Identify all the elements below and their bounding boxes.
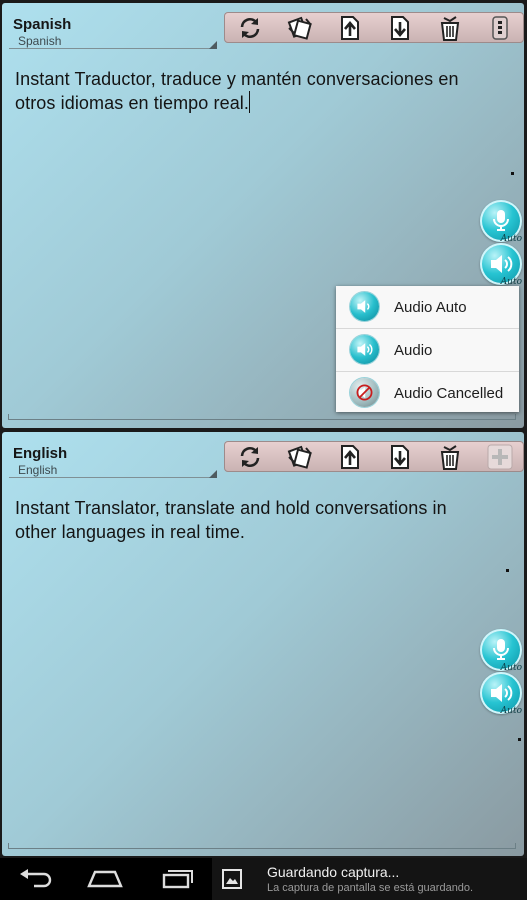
menu-icon xyxy=(492,15,508,40)
target-language-name: English xyxy=(13,445,68,462)
download-icon xyxy=(391,444,409,469)
scroll-dot xyxy=(518,738,521,741)
speaker-auto-icon xyxy=(350,292,379,321)
home-button[interactable] xyxy=(82,866,128,892)
source-text-value: Instant Traductor, traduce y mantén conv… xyxy=(15,69,459,113)
dropdown-corner-icon xyxy=(209,470,217,478)
back-icon xyxy=(20,869,52,888)
trash-icon xyxy=(440,444,460,470)
swap-icon xyxy=(287,16,312,40)
source-language-subtitle: Spanish xyxy=(18,34,62,48)
source-language-selector[interactable]: Spanish Spanish xyxy=(2,3,217,51)
speaker-icon xyxy=(350,335,379,364)
add-button[interactable] xyxy=(482,442,518,471)
dropdown-corner-icon xyxy=(209,41,217,49)
menu-item-audio-auto[interactable]: Audio Auto xyxy=(336,286,519,329)
source-toolbar xyxy=(224,12,524,43)
home-icon xyxy=(87,870,123,888)
source-text[interactable]: Instant Traductor, traduce y mantén conv… xyxy=(15,67,485,115)
text-area-underline xyxy=(8,419,516,420)
notification-title: Guardando captura... xyxy=(267,864,400,880)
screenshot-notification[interactable]: Guardando captura... La captura de panta… xyxy=(212,858,527,900)
menu-item-audio-cancelled[interactable]: Audio Cancelled xyxy=(336,372,519,414)
refresh-icon xyxy=(240,17,260,38)
audio-mode-menu: Audio Auto Audio Audio Cancelled xyxy=(336,286,519,412)
microphone-auto-button[interactable]: Auto xyxy=(480,629,522,673)
menu-item-label: Audio Auto xyxy=(394,299,467,316)
text-area-corner-left xyxy=(8,414,9,420)
speaker-auto-label: Auto xyxy=(500,706,522,716)
target-toolbar xyxy=(224,441,524,472)
translated-text-value: Instant Translator, translate and hold c… xyxy=(15,498,447,542)
microphone-icon xyxy=(493,210,509,231)
refresh-button[interactable] xyxy=(232,442,268,471)
download-button[interactable] xyxy=(382,13,418,42)
swap-button[interactable] xyxy=(282,442,318,471)
speaker-cancelled-icon xyxy=(350,378,379,407)
clear-button[interactable] xyxy=(432,442,468,471)
upload-button[interactable] xyxy=(332,13,368,42)
language-underline xyxy=(9,477,217,478)
target-language-subtitle: English xyxy=(18,463,58,477)
menu-item-audio[interactable]: Audio xyxy=(336,329,519,372)
language-underline xyxy=(9,48,217,49)
refresh-icon xyxy=(240,446,260,467)
speaker-icon xyxy=(491,684,513,702)
recents-button[interactable] xyxy=(153,866,199,892)
text-area-corner-right xyxy=(515,843,516,849)
text-cursor xyxy=(249,91,251,113)
speaker-auto-button[interactable]: Auto xyxy=(480,672,522,716)
microphone-auto-button[interactable]: Auto xyxy=(480,200,522,244)
text-area-underline xyxy=(8,848,516,849)
download-icon xyxy=(391,15,409,40)
upload-icon xyxy=(341,444,359,469)
speaker-auto-button[interactable]: Auto xyxy=(480,243,522,287)
menu-item-label: Audio Cancelled xyxy=(394,385,504,402)
upload-button[interactable] xyxy=(332,442,368,471)
recents-icon xyxy=(162,870,193,889)
download-button[interactable] xyxy=(382,442,418,471)
refresh-button[interactable] xyxy=(232,13,268,42)
target-panel: English English Instant Translator, tran… xyxy=(2,432,524,856)
image-icon xyxy=(222,869,242,889)
text-area-corner-right xyxy=(515,414,516,420)
scroll-dot xyxy=(511,172,514,175)
notification-subtitle: La captura de pantalla se está guardando… xyxy=(267,882,474,894)
scroll-dot xyxy=(506,569,509,572)
clear-button[interactable] xyxy=(432,13,468,42)
translated-text[interactable]: Instant Translator, translate and hold c… xyxy=(15,496,485,544)
text-area-corner-left xyxy=(8,843,9,849)
swap-icon xyxy=(287,445,312,469)
menu-item-label: Audio xyxy=(394,342,433,359)
speaker-icon xyxy=(491,255,513,273)
back-button[interactable] xyxy=(14,866,60,892)
upload-icon xyxy=(341,15,359,40)
target-language-selector[interactable]: English English xyxy=(2,432,217,480)
swap-button[interactable] xyxy=(282,13,318,42)
trash-icon xyxy=(440,15,460,41)
system-navigation-bar: Guardando captura... La captura de panta… xyxy=(0,858,527,900)
microphone-icon xyxy=(493,639,509,660)
add-icon xyxy=(487,444,513,469)
source-language-name: Spanish xyxy=(13,16,72,33)
menu-button[interactable] xyxy=(482,13,518,42)
